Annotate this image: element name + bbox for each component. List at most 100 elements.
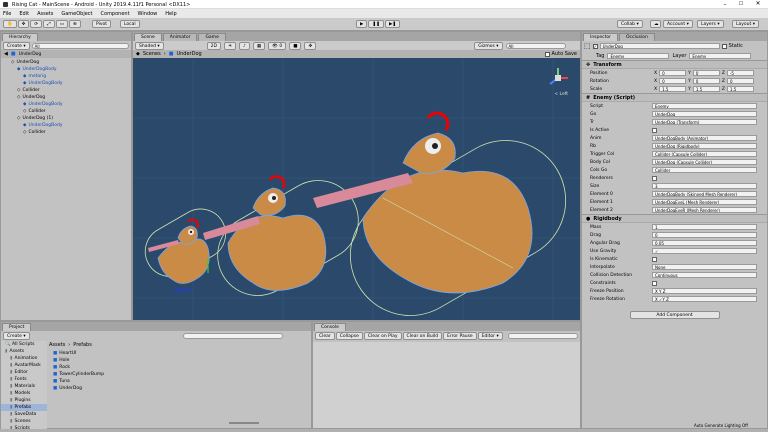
- rigidbody-header[interactable]: ● Rigidbody: [582, 214, 767, 223]
- folder-item[interactable]: ▮ Animation: [1, 355, 47, 362]
- z-field[interactable]: 1.5: [726, 86, 754, 92]
- checkbox-empty[interactable]: [652, 127, 657, 133]
- folder-item[interactable]: ▮ Assets: [1, 348, 47, 355]
- folder-item[interactable]: ▮ Models: [1, 390, 47, 397]
- enemy-field-value[interactable]: Enemy: [652, 103, 757, 109]
- tab-game[interactable]: Game: [198, 33, 226, 41]
- lighting-toggle-icon[interactable]: ☀: [223, 41, 237, 50]
- rigidbody-field-value[interactable]: 0: [652, 232, 757, 238]
- rigidbody-field-value[interactable]: X ✓Y Z: [652, 296, 757, 302]
- hierarchy-item[interactable]: ◆ UnderDogBody: [1, 66, 131, 73]
- hand-tool-icon[interactable]: ✋: [3, 20, 17, 28]
- menu-help[interactable]: Help: [165, 11, 176, 17]
- hierarchy-item[interactable]: ◆ UnderDogBody: [1, 80, 131, 87]
- maximize-icon[interactable]: ☐: [734, 1, 748, 8]
- breadcrumb-assets[interactable]: Assets: [49, 342, 65, 348]
- x-field[interactable]: 1.5: [659, 86, 687, 92]
- menu-window[interactable]: Window: [138, 11, 158, 17]
- scene-search-input[interactable]: All: [505, 42, 566, 49]
- project-create-button[interactable]: Create ▾: [3, 331, 30, 340]
- enemy-field-value[interactable]: UnderDog (Rigidbody): [652, 143, 757, 149]
- audio-toggle-icon[interactable]: ♪: [239, 41, 250, 50]
- folder-item[interactable]: ▮ Scenes: [1, 418, 47, 425]
- x-field[interactable]: 0: [659, 70, 687, 76]
- checkbox-empty[interactable]: [652, 256, 657, 262]
- effects-toggle-icon[interactable]: ▦: [252, 41, 266, 50]
- scene-viewport[interactable]: < Left: [133, 58, 580, 320]
- menu-edit[interactable]: Edit: [19, 11, 29, 17]
- enemy-field-value[interactable]: Collider: [652, 167, 757, 173]
- tab-project[interactable]: Project: [2, 323, 32, 331]
- rigidbody-field-value[interactable]: 1: [652, 224, 757, 230]
- layout-button[interactable]: Layout ▾: [732, 20, 759, 28]
- y-field[interactable]: 0: [692, 70, 720, 76]
- folder-item[interactable]: ▮ Fonts: [1, 376, 47, 383]
- autosave-checkbox[interactable]: [544, 51, 550, 57]
- enemy-field-value[interactable]: UnderDogEyeL (Mesh Renderer): [652, 199, 757, 205]
- folder-item[interactable]: ▮ Materials: [1, 383, 47, 390]
- active-checkbox[interactable]: ✓: [592, 43, 598, 49]
- enemy-field-value[interactable]: Collider (Capsule Collider): [652, 151, 757, 157]
- hidden-count-icon[interactable]: 👁 0: [268, 41, 287, 50]
- hierarchy-item[interactable]: ◇ Collider: [1, 87, 131, 94]
- prefab-file[interactable]: ■ TowerCylinderBump: [53, 371, 253, 378]
- pivot-button[interactable]: Pivot: [92, 20, 112, 28]
- enemy-field-value[interactable]: UnderDogBody (Animator): [652, 135, 757, 141]
- enemy-field-value[interactable]: UnderDog (Transform): [652, 119, 757, 125]
- checkbox-empty[interactable]: [652, 175, 657, 181]
- move-tool-icon[interactable]: ✥: [17, 20, 30, 28]
- hierarchy-item[interactable]: ◇ UnderDog: [1, 59, 131, 66]
- play-icon[interactable]: ▶: [356, 20, 368, 28]
- transform-tool-icon[interactable]: ⊕: [69, 20, 81, 28]
- shading-mode-dropdown[interactable]: Shaded ▾: [135, 41, 164, 50]
- hierarchy-item[interactable]: ◇ UnderDog: [1, 94, 131, 101]
- underdog-small[interactable]: [136, 200, 235, 291]
- hierarchy-search-input[interactable]: All: [31, 42, 129, 49]
- enemy-field-value[interactable]: UnderDogBody (Skinned Mesh Renderer): [652, 191, 757, 197]
- tools-icon[interactable]: ✥: [304, 41, 317, 50]
- menu-file[interactable]: File: [3, 11, 11, 17]
- console-log-area[interactable]: [313, 342, 580, 428]
- folder-item[interactable]: ▮ Plugins: [1, 397, 47, 404]
- prefab-file[interactable]: ■ UnderDog: [53, 385, 253, 392]
- rotate-tool-icon[interactable]: ⟳: [30, 20, 43, 28]
- local-button[interactable]: Local: [120, 20, 140, 28]
- 2d-toggle[interactable]: 2D: [206, 41, 221, 50]
- enemy-field-value[interactable]: 3: [652, 183, 757, 189]
- hierarchy-create-button[interactable]: Create ▾: [3, 41, 30, 50]
- account-button[interactable]: Account ▾: [663, 20, 693, 28]
- cloud-icon[interactable]: ☁: [650, 20, 661, 28]
- enemy-field-value[interactable]: UnderDogEyeR (Mesh Renderer): [652, 207, 757, 213]
- hierarchy-item[interactable]: ◇ Collider: [1, 108, 131, 115]
- static-checkbox[interactable]: [721, 43, 727, 49]
- add-component-button[interactable]: Add Component: [629, 311, 720, 319]
- prefab-file[interactable]: ■ Rock: [53, 364, 253, 371]
- minimize-icon[interactable]: –: [718, 1, 732, 8]
- underdog-large[interactable]: [313, 111, 580, 320]
- rigidbody-field-value[interactable]: 0.05: [652, 240, 757, 246]
- rigidbody-field-value[interactable]: ✓: [652, 248, 757, 254]
- hierarchy-item[interactable]: ◆ UnderDogBody: [1, 122, 131, 129]
- menu-assets[interactable]: Assets: [37, 11, 53, 17]
- rigidbody-field-value[interactable]: X Y Z: [652, 288, 757, 294]
- enemy-field-value[interactable]: UnderDog: [652, 111, 757, 117]
- scale-tool-icon[interactable]: ⤢: [43, 20, 55, 28]
- rect-tool-icon[interactable]: ▭: [55, 20, 69, 28]
- transform-header[interactable]: ✥ Transform: [582, 60, 767, 69]
- prefab-file[interactable]: ■ HeartUI: [53, 350, 253, 357]
- folder-item[interactable]: ▮ Editor: [1, 369, 47, 376]
- folder-item[interactable]: ▮ SaveData: [1, 411, 47, 418]
- perspective-label[interactable]: < Left: [554, 92, 568, 97]
- hierarchy-item[interactable]: ◇ UnderDog (1): [1, 115, 131, 122]
- console-clear-on-play-button[interactable]: Clear on Play: [363, 331, 402, 340]
- hierarchy-item[interactable]: ◇ Collider: [1, 129, 131, 136]
- breadcrumb-underdog[interactable]: UnderDog: [176, 51, 201, 57]
- orientation-gizmo-icon[interactable]: [546, 66, 570, 90]
- tag-dropdown[interactable]: Enemy: [607, 52, 670, 59]
- project-search-input[interactable]: [182, 332, 283, 339]
- tab-inspector[interactable]: Inspector: [583, 33, 618, 41]
- menu-component[interactable]: Component: [101, 11, 130, 17]
- y-field[interactable]: 1.5: [692, 86, 720, 92]
- console-clear-button[interactable]: Clear: [315, 331, 335, 340]
- rigidbody-field-value[interactable]: Continuous: [652, 272, 757, 278]
